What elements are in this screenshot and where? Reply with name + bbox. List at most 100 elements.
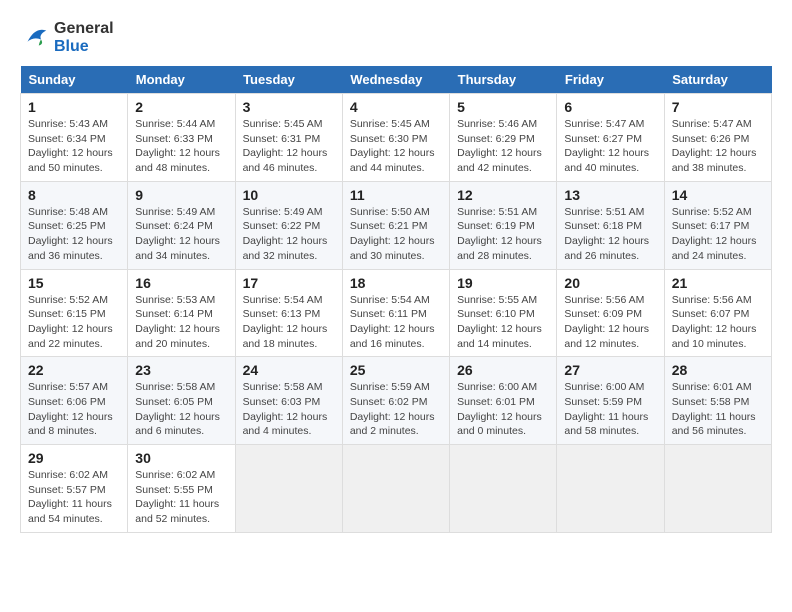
calendar-day-cell: 4 Sunrise: 5:45 AM Sunset: 6:30 PM Dayli… <box>342 94 449 182</box>
daylight-hours: Daylight: 12 hours and 22 minutes. <box>28 323 113 350</box>
day-info: Sunrise: 5:56 AM Sunset: 6:07 PM Dayligh… <box>672 293 764 352</box>
sunset-time: Sunset: 6:31 PM <box>243 133 321 145</box>
daylight-hours: Daylight: 12 hours and 36 minutes. <box>28 235 113 262</box>
calendar-day-cell: 28 Sunrise: 6:01 AM Sunset: 5:58 PM Dayl… <box>664 357 771 445</box>
calendar-day-cell: 22 Sunrise: 5:57 AM Sunset: 6:06 PM Dayl… <box>21 357 128 445</box>
calendar-day-cell: 15 Sunrise: 5:52 AM Sunset: 6:15 PM Dayl… <box>21 269 128 357</box>
day-number: 17 <box>243 275 335 291</box>
sunrise-time: Sunrise: 5:49 AM <box>243 206 323 218</box>
sunrise-time: Sunrise: 5:54 AM <box>350 294 430 306</box>
sunset-time: Sunset: 6:13 PM <box>243 308 321 320</box>
sunset-time: Sunset: 6:27 PM <box>564 133 642 145</box>
daylight-hours: Daylight: 11 hours and 54 minutes. <box>28 498 112 525</box>
daylight-hours: Daylight: 12 hours and 50 minutes. <box>28 147 113 174</box>
day-info: Sunrise: 5:51 AM Sunset: 6:19 PM Dayligh… <box>457 205 549 264</box>
sunset-time: Sunset: 6:07 PM <box>672 308 750 320</box>
day-number: 18 <box>350 275 442 291</box>
sunrise-time: Sunrise: 5:53 AM <box>135 294 215 306</box>
daylight-hours: Daylight: 12 hours and 48 minutes. <box>135 147 220 174</box>
daylight-hours: Daylight: 12 hours and 6 minutes. <box>135 411 220 438</box>
day-number: 30 <box>135 450 227 466</box>
daylight-hours: Daylight: 12 hours and 26 minutes. <box>564 235 649 262</box>
day-number: 14 <box>672 187 764 203</box>
day-number: 21 <box>672 275 764 291</box>
weekday-header: Saturday <box>664 66 771 94</box>
day-number: 11 <box>350 187 442 203</box>
sunset-time: Sunset: 6:19 PM <box>457 220 535 232</box>
calendar-day-cell: 6 Sunrise: 5:47 AM Sunset: 6:27 PM Dayli… <box>557 94 664 182</box>
sunrise-time: Sunrise: 5:52 AM <box>28 294 108 306</box>
day-number: 2 <box>135 99 227 115</box>
day-number: 29 <box>28 450 120 466</box>
sunrise-time: Sunrise: 5:54 AM <box>243 294 323 306</box>
sunrise-time: Sunrise: 5:55 AM <box>457 294 537 306</box>
sunrise-time: Sunrise: 6:02 AM <box>28 469 108 481</box>
day-number: 25 <box>350 362 442 378</box>
daylight-hours: Daylight: 11 hours and 56 minutes. <box>672 411 756 438</box>
calendar-day-cell: 12 Sunrise: 5:51 AM Sunset: 6:19 PM Dayl… <box>450 181 557 269</box>
day-info: Sunrise: 6:01 AM Sunset: 5:58 PM Dayligh… <box>672 380 764 439</box>
page-header: General Blue <box>20 20 772 56</box>
day-number: 6 <box>564 99 656 115</box>
day-info: Sunrise: 5:53 AM Sunset: 6:14 PM Dayligh… <box>135 293 227 352</box>
calendar-day-cell: 20 Sunrise: 5:56 AM Sunset: 6:09 PM Dayl… <box>557 269 664 357</box>
sunset-time: Sunset: 6:03 PM <box>243 396 321 408</box>
calendar-day-cell: 5 Sunrise: 5:46 AM Sunset: 6:29 PM Dayli… <box>450 94 557 182</box>
calendar-day-cell: 14 Sunrise: 5:52 AM Sunset: 6:17 PM Dayl… <box>664 181 771 269</box>
sunset-time: Sunset: 6:02 PM <box>350 396 428 408</box>
day-number: 9 <box>135 187 227 203</box>
sunrise-time: Sunrise: 5:58 AM <box>243 381 323 393</box>
day-info: Sunrise: 5:58 AM Sunset: 6:05 PM Dayligh… <box>135 380 227 439</box>
sunset-time: Sunset: 6:09 PM <box>564 308 642 320</box>
day-number: 3 <box>243 99 335 115</box>
day-info: Sunrise: 6:02 AM Sunset: 5:55 PM Dayligh… <box>135 468 227 527</box>
calendar-week-row: 8 Sunrise: 5:48 AM Sunset: 6:25 PM Dayli… <box>21 181 772 269</box>
day-number: 5 <box>457 99 549 115</box>
calendar-table: SundayMondayTuesdayWednesdayThursdayFrid… <box>20 66 772 533</box>
daylight-hours: Daylight: 12 hours and 24 minutes. <box>672 235 757 262</box>
sunset-time: Sunset: 5:57 PM <box>28 484 106 496</box>
calendar-day-cell: 10 Sunrise: 5:49 AM Sunset: 6:22 PM Dayl… <box>235 181 342 269</box>
day-number: 19 <box>457 275 549 291</box>
day-number: 22 <box>28 362 120 378</box>
sunrise-time: Sunrise: 6:02 AM <box>135 469 215 481</box>
sunset-time: Sunset: 6:01 PM <box>457 396 535 408</box>
weekday-header: Sunday <box>21 66 128 94</box>
day-number: 27 <box>564 362 656 378</box>
calendar-day-cell: 16 Sunrise: 5:53 AM Sunset: 6:14 PM Dayl… <box>128 269 235 357</box>
daylight-hours: Daylight: 11 hours and 52 minutes. <box>135 498 219 525</box>
calendar-day-cell: 9 Sunrise: 5:49 AM Sunset: 6:24 PM Dayli… <box>128 181 235 269</box>
sunset-time: Sunset: 5:58 PM <box>672 396 750 408</box>
daylight-hours: Daylight: 12 hours and 14 minutes. <box>457 323 542 350</box>
empty-cell <box>557 445 664 533</box>
day-info: Sunrise: 5:45 AM Sunset: 6:30 PM Dayligh… <box>350 117 442 176</box>
sunset-time: Sunset: 6:26 PM <box>672 133 750 145</box>
day-info: Sunrise: 5:50 AM Sunset: 6:21 PM Dayligh… <box>350 205 442 264</box>
sunrise-time: Sunrise: 5:48 AM <box>28 206 108 218</box>
sunrise-time: Sunrise: 5:52 AM <box>672 206 752 218</box>
sunset-time: Sunset: 6:22 PM <box>243 220 321 232</box>
daylight-hours: Daylight: 12 hours and 30 minutes. <box>350 235 435 262</box>
day-number: 24 <box>243 362 335 378</box>
calendar-week-row: 22 Sunrise: 5:57 AM Sunset: 6:06 PM Dayl… <box>21 357 772 445</box>
day-info: Sunrise: 5:54 AM Sunset: 6:11 PM Dayligh… <box>350 293 442 352</box>
calendar-day-cell: 24 Sunrise: 5:58 AM Sunset: 6:03 PM Dayl… <box>235 357 342 445</box>
weekday-header: Monday <box>128 66 235 94</box>
day-number: 4 <box>350 99 442 115</box>
calendar-day-cell: 27 Sunrise: 6:00 AM Sunset: 5:59 PM Dayl… <box>557 357 664 445</box>
daylight-hours: Daylight: 12 hours and 46 minutes. <box>243 147 328 174</box>
calendar-week-row: 15 Sunrise: 5:52 AM Sunset: 6:15 PM Dayl… <box>21 269 772 357</box>
day-info: Sunrise: 5:59 AM Sunset: 6:02 PM Dayligh… <box>350 380 442 439</box>
calendar-day-cell: 30 Sunrise: 6:02 AM Sunset: 5:55 PM Dayl… <box>128 445 235 533</box>
sunrise-time: Sunrise: 5:56 AM <box>564 294 644 306</box>
calendar-day-cell: 13 Sunrise: 5:51 AM Sunset: 6:18 PM Dayl… <box>557 181 664 269</box>
day-number: 7 <box>672 99 764 115</box>
calendar-day-cell: 18 Sunrise: 5:54 AM Sunset: 6:11 PM Dayl… <box>342 269 449 357</box>
sunrise-time: Sunrise: 5:51 AM <box>564 206 644 218</box>
calendar-day-cell: 25 Sunrise: 5:59 AM Sunset: 6:02 PM Dayl… <box>342 357 449 445</box>
day-number: 8 <box>28 187 120 203</box>
day-info: Sunrise: 5:47 AM Sunset: 6:26 PM Dayligh… <box>672 117 764 176</box>
day-info: Sunrise: 5:51 AM Sunset: 6:18 PM Dayligh… <box>564 205 656 264</box>
day-number: 1 <box>28 99 120 115</box>
sunset-time: Sunset: 6:18 PM <box>564 220 642 232</box>
